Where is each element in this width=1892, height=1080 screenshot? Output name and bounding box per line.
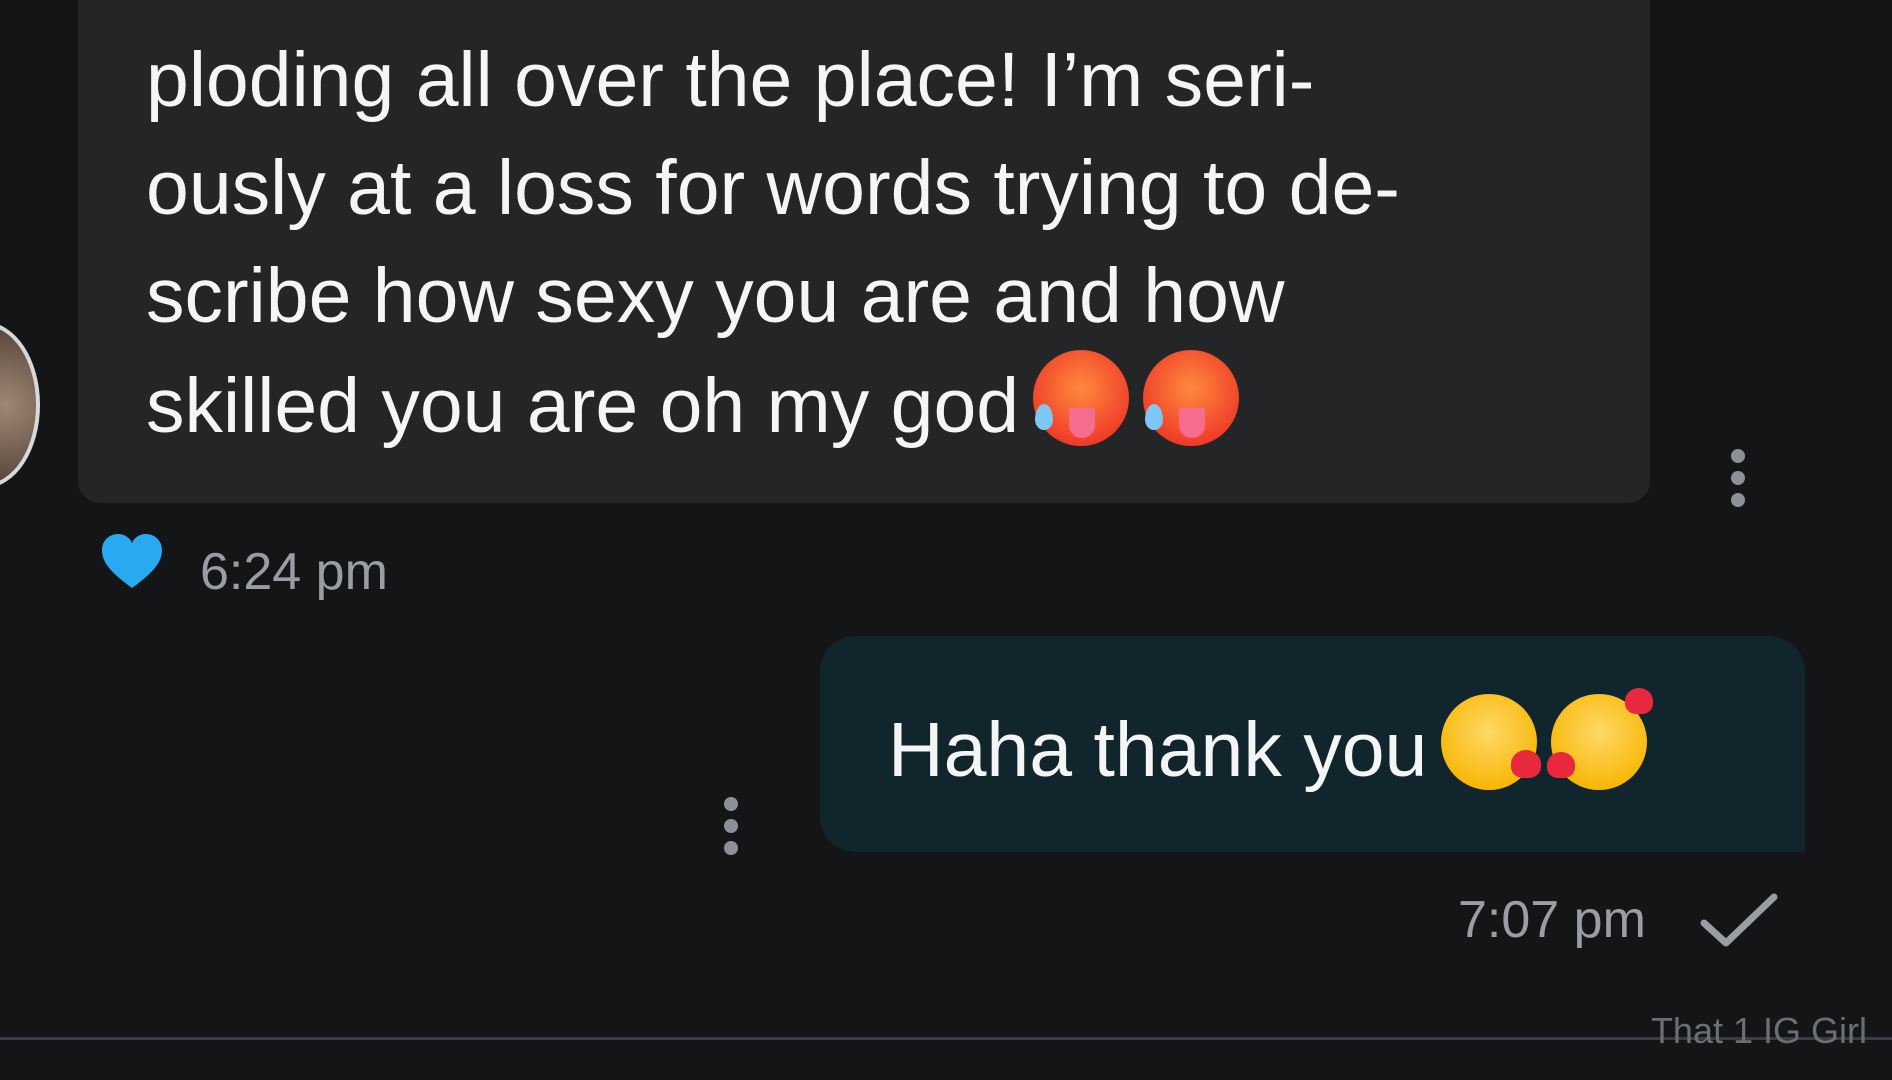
outgoing-message-bubble[interactable]: Haha thank you <box>820 636 1805 852</box>
hot-face-emoji-icon <box>1033 350 1130 446</box>
smiling-face-with-hearts-emoji-icon <box>1547 688 1654 790</box>
chat-screen: ploding all over the place! I’m seri- ou… <box>0 0 1892 1080</box>
heart-reaction-icon[interactable] <box>100 532 164 590</box>
message-options-icon[interactable] <box>1731 449 1747 515</box>
outgoing-message-time: 7:07 pm <box>1458 891 1646 949</box>
incoming-message-text: ploding all over the place! I’m seri- ou… <box>146 26 1626 460</box>
divider <box>0 1037 1892 1040</box>
kissing-face-emoji-icon <box>1441 694 1542 790</box>
outgoing-message-text: Haha thank you <box>888 688 1654 800</box>
watermark-text: That 1 IG Girl <box>1650 1010 1867 1051</box>
message-options-icon[interactable] <box>724 797 740 863</box>
hot-face-emoji-icon <box>1143 350 1240 446</box>
contact-avatar[interactable] <box>0 322 40 488</box>
sent-check-icon <box>1700 893 1778 947</box>
outgoing-message-body: Haha thank you <box>888 707 1428 793</box>
incoming-message-bubble[interactable]: ploding all over the place! I’m seri- ou… <box>78 0 1650 503</box>
incoming-message-time: 6:24 pm <box>200 543 388 601</box>
